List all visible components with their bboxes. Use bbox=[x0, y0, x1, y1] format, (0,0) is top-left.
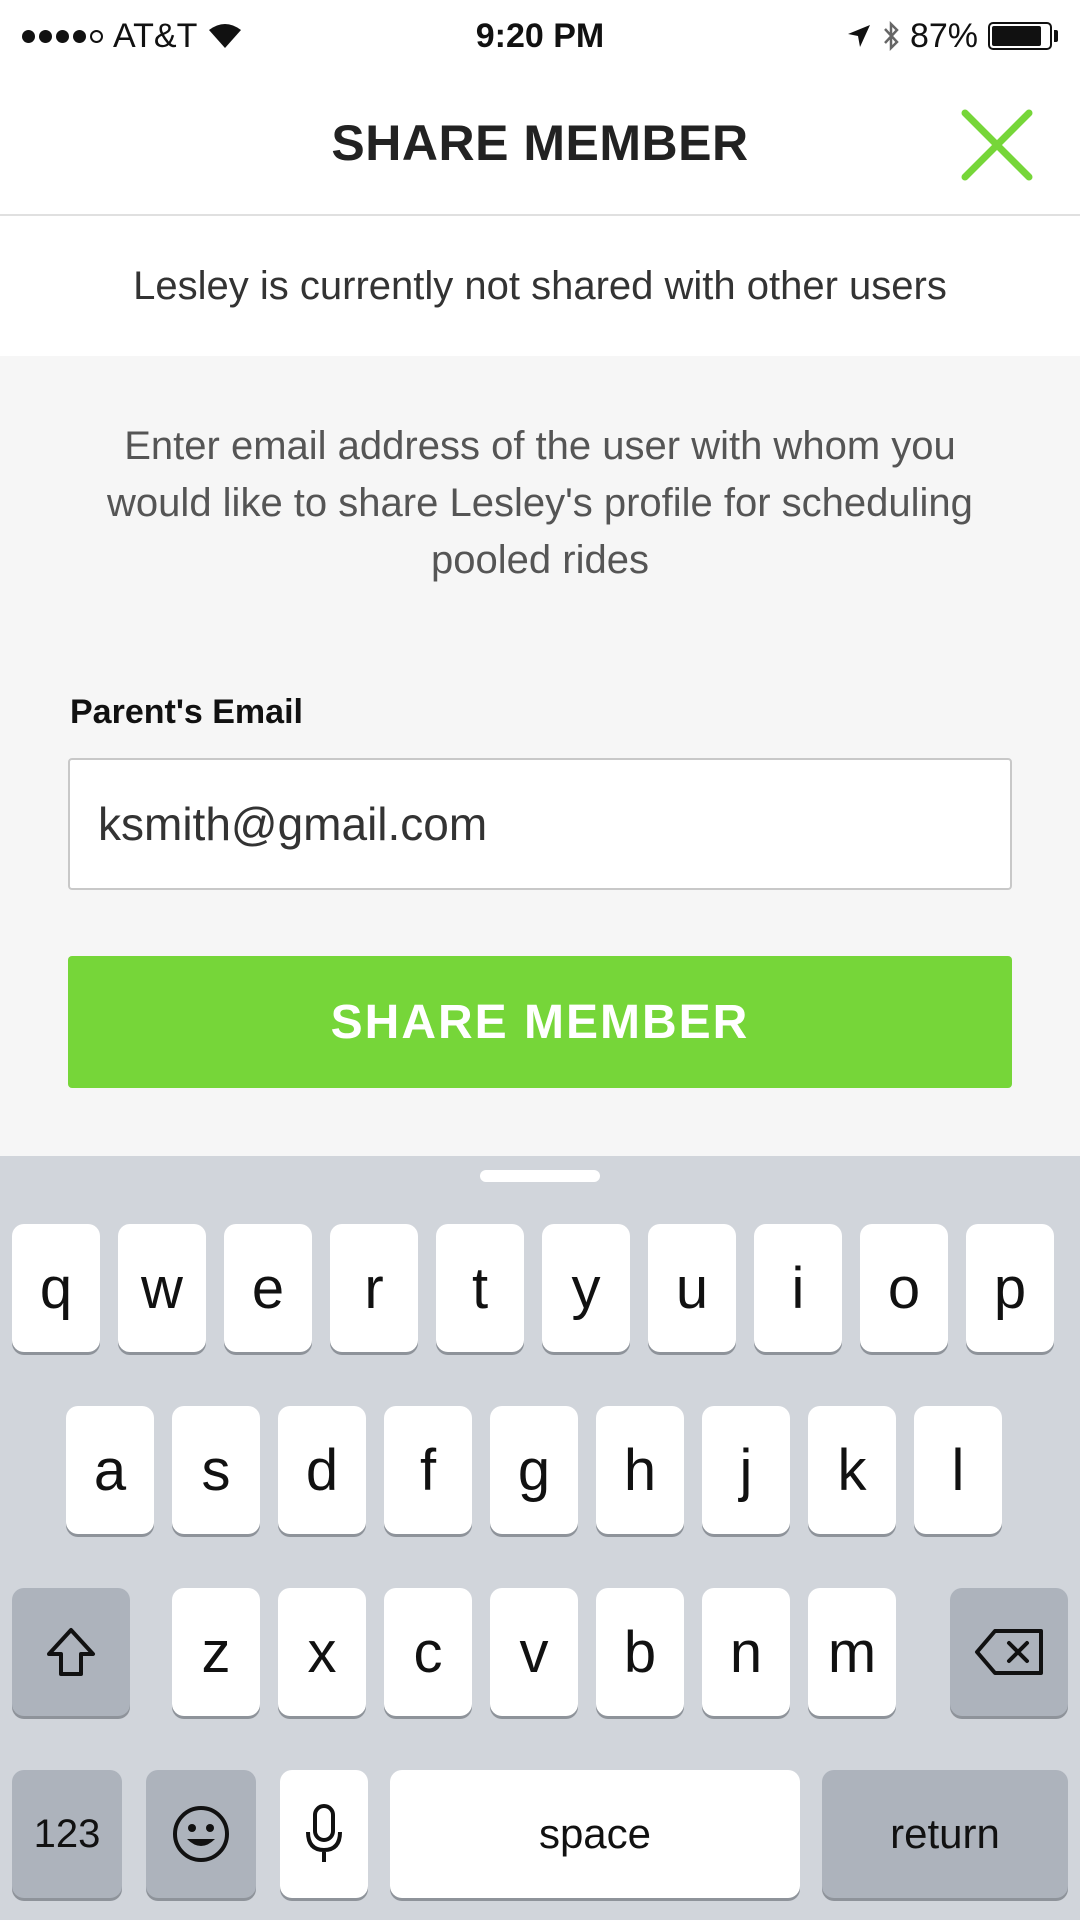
key-v[interactable]: v bbox=[490, 1588, 578, 1716]
key-k[interactable]: k bbox=[808, 1406, 896, 1534]
onscreen-keyboard: q w e r t y u i o p a s d f g h j k l z … bbox=[0, 1156, 1080, 1920]
key-a[interactable]: a bbox=[66, 1406, 154, 1534]
battery-percent: 87% bbox=[909, 16, 978, 55]
return-key[interactable]: return bbox=[822, 1770, 1068, 1898]
key-j[interactable]: j bbox=[702, 1406, 790, 1534]
key-z[interactable]: z bbox=[172, 1588, 260, 1716]
microphone-key[interactable] bbox=[280, 1770, 368, 1898]
email-field-label: Parent's Email bbox=[70, 693, 303, 731]
shift-key[interactable] bbox=[12, 1588, 130, 1716]
space-key[interactable]: space bbox=[390, 1770, 800, 1898]
nav-header: SHARE MEMBER bbox=[0, 72, 1080, 216]
keyboard-row-2: a s d f g h j k l bbox=[0, 1406, 1080, 1534]
page-title: SHARE MEMBER bbox=[331, 115, 749, 171]
battery-level-fill bbox=[992, 26, 1041, 46]
key-g[interactable]: g bbox=[490, 1406, 578, 1534]
key-r[interactable]: r bbox=[330, 1224, 418, 1352]
key-m[interactable]: m bbox=[808, 1588, 896, 1716]
key-w[interactable]: w bbox=[118, 1224, 206, 1352]
backspace-icon bbox=[975, 1629, 1043, 1675]
emoji-icon bbox=[173, 1806, 229, 1862]
delete-key[interactable] bbox=[950, 1588, 1068, 1716]
instructions-text: Enter email address of the user with who… bbox=[107, 424, 973, 582]
key-h[interactable]: h bbox=[596, 1406, 684, 1534]
numbers-key[interactable]: 123 bbox=[12, 1770, 122, 1898]
keyboard-handle bbox=[480, 1170, 600, 1182]
key-o[interactable]: o bbox=[860, 1224, 948, 1352]
keyboard-row-3: z x c v b n m bbox=[0, 1588, 1080, 1716]
key-s[interactable]: s bbox=[172, 1406, 260, 1534]
bluetooth-icon bbox=[882, 21, 900, 51]
key-c[interactable]: c bbox=[384, 1588, 472, 1716]
key-i[interactable]: i bbox=[754, 1224, 842, 1352]
wifi-icon bbox=[207, 22, 243, 50]
key-b[interactable]: b bbox=[596, 1588, 684, 1716]
microphone-icon bbox=[306, 1804, 342, 1862]
battery-icon bbox=[988, 22, 1058, 50]
emoji-key[interactable] bbox=[146, 1770, 256, 1898]
key-t[interactable]: t bbox=[436, 1224, 524, 1352]
keyboard-row-4: 123 space return bbox=[0, 1770, 1080, 1898]
status-right: 87% bbox=[846, 17, 1058, 56]
status-bar: AT&T 9:20 PM 87% bbox=[0, 0, 1080, 72]
key-q[interactable]: q bbox=[12, 1224, 100, 1352]
location-arrow-icon bbox=[846, 23, 872, 49]
share-member-button[interactable]: SHARE MEMBER bbox=[68, 956, 1012, 1088]
email-field[interactable] bbox=[68, 758, 1012, 890]
signal-strength-icon bbox=[22, 29, 103, 43]
carrier-name: AT&T bbox=[113, 16, 198, 55]
key-e[interactable]: e bbox=[224, 1224, 312, 1352]
key-d[interactable]: d bbox=[278, 1406, 366, 1534]
keyboard-row-1: q w e r t y u i o p bbox=[0, 1224, 1080, 1352]
status-left: AT&T bbox=[22, 17, 243, 56]
key-u[interactable]: u bbox=[648, 1224, 736, 1352]
key-n[interactable]: n bbox=[702, 1588, 790, 1716]
key-f[interactable]: f bbox=[384, 1406, 472, 1534]
key-p[interactable]: p bbox=[966, 1224, 1054, 1352]
close-x-icon bbox=[961, 109, 1033, 181]
key-x[interactable]: x bbox=[278, 1588, 366, 1716]
share-status-message: Lesley is currently not shared with othe… bbox=[0, 216, 1080, 356]
shift-arrow-icon bbox=[47, 1628, 95, 1676]
key-y[interactable]: y bbox=[542, 1224, 630, 1352]
close-button[interactable] bbox=[952, 100, 1042, 190]
key-l[interactable]: l bbox=[914, 1406, 1002, 1534]
